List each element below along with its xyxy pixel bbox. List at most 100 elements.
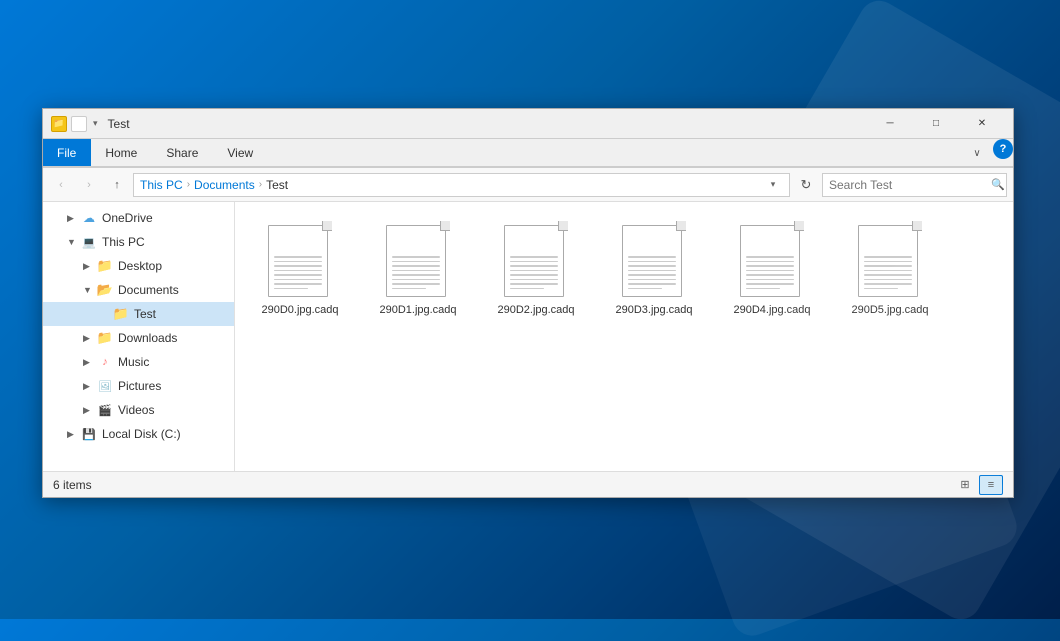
- status-bar: 6 items ⊞ ≡: [43, 471, 1013, 497]
- file-icon-line: [746, 288, 780, 290]
- file-icon-line: [746, 274, 794, 276]
- file-icon-lines: [274, 256, 322, 289]
- sidebar-label-downloads: Downloads: [118, 331, 177, 345]
- file-icon-line: [510, 288, 544, 290]
- file-icon-corner-fold: [440, 221, 450, 231]
- file-name: 290D0.jpg.cadq: [261, 303, 338, 317]
- file-icon-line: [864, 265, 912, 267]
- refresh-button[interactable]: ↻: [794, 173, 818, 197]
- sidebar-item-documents[interactable]: ▼ 📂 Documents: [43, 278, 234, 302]
- file-name: 290D3.jpg.cadq: [615, 303, 692, 317]
- minimize-button[interactable]: ─: [867, 109, 913, 139]
- file-icon-line: [746, 256, 794, 258]
- file-type-icon: [268, 221, 332, 297]
- video-icon: 🎬: [97, 402, 113, 418]
- sidebar-item-music[interactable]: ▶ ♪ Music: [43, 350, 234, 374]
- sidebar-item-onedrive[interactable]: ▶ ☁ OneDrive: [43, 206, 234, 230]
- file-icon-line: [864, 270, 912, 272]
- file-icon-line: [510, 261, 558, 263]
- file-content-area: 290D0.jpg.cadq 290D1.jpg.cadq 290D2.jpg.…: [235, 202, 1013, 471]
- tab-home[interactable]: Home: [91, 139, 152, 166]
- file-icon-line: [274, 265, 322, 267]
- file-icon-line: [746, 279, 794, 281]
- tab-view[interactable]: View: [213, 139, 268, 166]
- file-icon-line: [628, 265, 676, 267]
- file-icon-lines: [628, 256, 676, 289]
- file-item-1[interactable]: 290D1.jpg.cadq: [363, 212, 473, 332]
- search-input[interactable]: [823, 178, 990, 192]
- sidebar-item-localdisk[interactable]: ▶ 💾 Local Disk (C:): [43, 422, 234, 446]
- file-icon-line: [392, 265, 440, 267]
- ribbon: File Home Share View ∨ ?: [43, 139, 1013, 168]
- breadcrumb-this-pc[interactable]: This PC: [140, 178, 183, 192]
- sidebar-item-this-pc[interactable]: ▼ 💻 This PC: [43, 230, 234, 254]
- search-box[interactable]: 🔍: [822, 173, 1007, 197]
- breadcrumb[interactable]: This PC › Documents › Test ▾: [133, 173, 790, 197]
- maximize-button[interactable]: □: [913, 109, 959, 139]
- file-name: 290D4.jpg.cadq: [733, 303, 810, 317]
- file-icon-lines: [746, 256, 794, 289]
- file-icon-line: [392, 256, 440, 258]
- expand-arrow-onedrive: ▶: [67, 213, 79, 224]
- sidebar-item-test[interactable]: 📁 Test: [43, 302, 234, 326]
- file-icon-line: [274, 274, 322, 276]
- file-type-icon: [386, 221, 450, 297]
- file-icon-line: [392, 279, 440, 281]
- sidebar-item-downloads[interactable]: ▶ 📁 Downloads: [43, 326, 234, 350]
- tab-file[interactable]: File: [43, 139, 91, 166]
- explorer-window: 📁 ▾ Test ─ □ ✕ File Home Share View ∨ ? …: [42, 108, 1014, 498]
- help-button[interactable]: ?: [993, 139, 1013, 159]
- file-icon-lines: [510, 256, 558, 289]
- expand-arrow-desktop: ▶: [83, 261, 95, 272]
- breadcrumb-dropdown[interactable]: ▾: [763, 173, 783, 197]
- file-icon-line: [864, 274, 912, 276]
- file-icon-line: [628, 283, 676, 285]
- title-icon-white: [71, 116, 87, 132]
- file-icon-line: [392, 288, 426, 290]
- sidebar-item-videos[interactable]: ▶ 🎬 Videos: [43, 398, 234, 422]
- ribbon-tabs: File Home Share View ∨ ?: [43, 139, 1013, 167]
- folder-icon-desktop: 📁: [97, 258, 113, 274]
- sidebar-item-pictures[interactable]: ▶ 🖼 Pictures: [43, 374, 234, 398]
- file-name: 290D5.jpg.cadq: [851, 303, 928, 317]
- file-icon-line: [274, 279, 322, 281]
- back-button[interactable]: ‹: [49, 173, 73, 197]
- file-icon-line: [864, 261, 912, 263]
- address-bar: ‹ › ↑ This PC › Documents › Test ▾ ↻ 🔍: [43, 168, 1013, 202]
- file-icon-line: [864, 283, 912, 285]
- file-icon-line: [510, 256, 558, 258]
- breadcrumb-documents[interactable]: Documents: [194, 178, 255, 192]
- sidebar-label-this-pc: This PC: [102, 235, 145, 249]
- forward-button[interactable]: ›: [77, 173, 101, 197]
- file-item-3[interactable]: 290D3.jpg.cadq: [599, 212, 709, 332]
- view-controls: ⊞ ≡: [953, 475, 1003, 495]
- sidebar-item-desktop[interactable]: ▶ 📁 Desktop: [43, 254, 234, 278]
- expand-arrow-music: ▶: [83, 357, 95, 368]
- breadcrumb-test: Test: [266, 178, 288, 192]
- file-type-icon: [858, 221, 922, 297]
- file-icon-corner-fold: [794, 221, 804, 231]
- file-icon-line: [392, 274, 440, 276]
- ribbon-more-button[interactable]: ∨: [965, 139, 989, 167]
- sidebar-label-onedrive: OneDrive: [102, 211, 153, 225]
- file-icon-line: [628, 279, 676, 281]
- file-icon-line: [510, 283, 558, 285]
- search-icon[interactable]: 🔍: [990, 173, 1006, 197]
- file-item-4[interactable]: 290D4.jpg.cadq: [717, 212, 827, 332]
- file-icon-line: [628, 261, 676, 263]
- tab-share[interactable]: Share: [152, 139, 213, 166]
- view-list-button[interactable]: ≡: [979, 475, 1003, 495]
- file-icon-corner-fold: [912, 221, 922, 231]
- file-item-2[interactable]: 290D2.jpg.cadq: [481, 212, 591, 332]
- file-icon-line: [510, 265, 558, 267]
- title-bar: 📁 ▾ Test ─ □ ✕: [43, 109, 1013, 139]
- sidebar: ▶ ☁ OneDrive ▼ 💻 This PC ▶ 📁 Desktop ▼ 📂…: [43, 202, 235, 471]
- view-grid-button[interactable]: ⊞: [953, 475, 977, 495]
- breadcrumb-sep2: ›: [259, 179, 262, 190]
- cloud-icon: ☁: [81, 210, 97, 226]
- file-icon-line: [274, 270, 322, 272]
- close-button[interactable]: ✕: [959, 109, 1005, 139]
- file-item-5[interactable]: 290D5.jpg.cadq: [835, 212, 945, 332]
- file-item-0[interactable]: 290D0.jpg.cadq: [245, 212, 355, 332]
- up-button[interactable]: ↑: [105, 173, 129, 197]
